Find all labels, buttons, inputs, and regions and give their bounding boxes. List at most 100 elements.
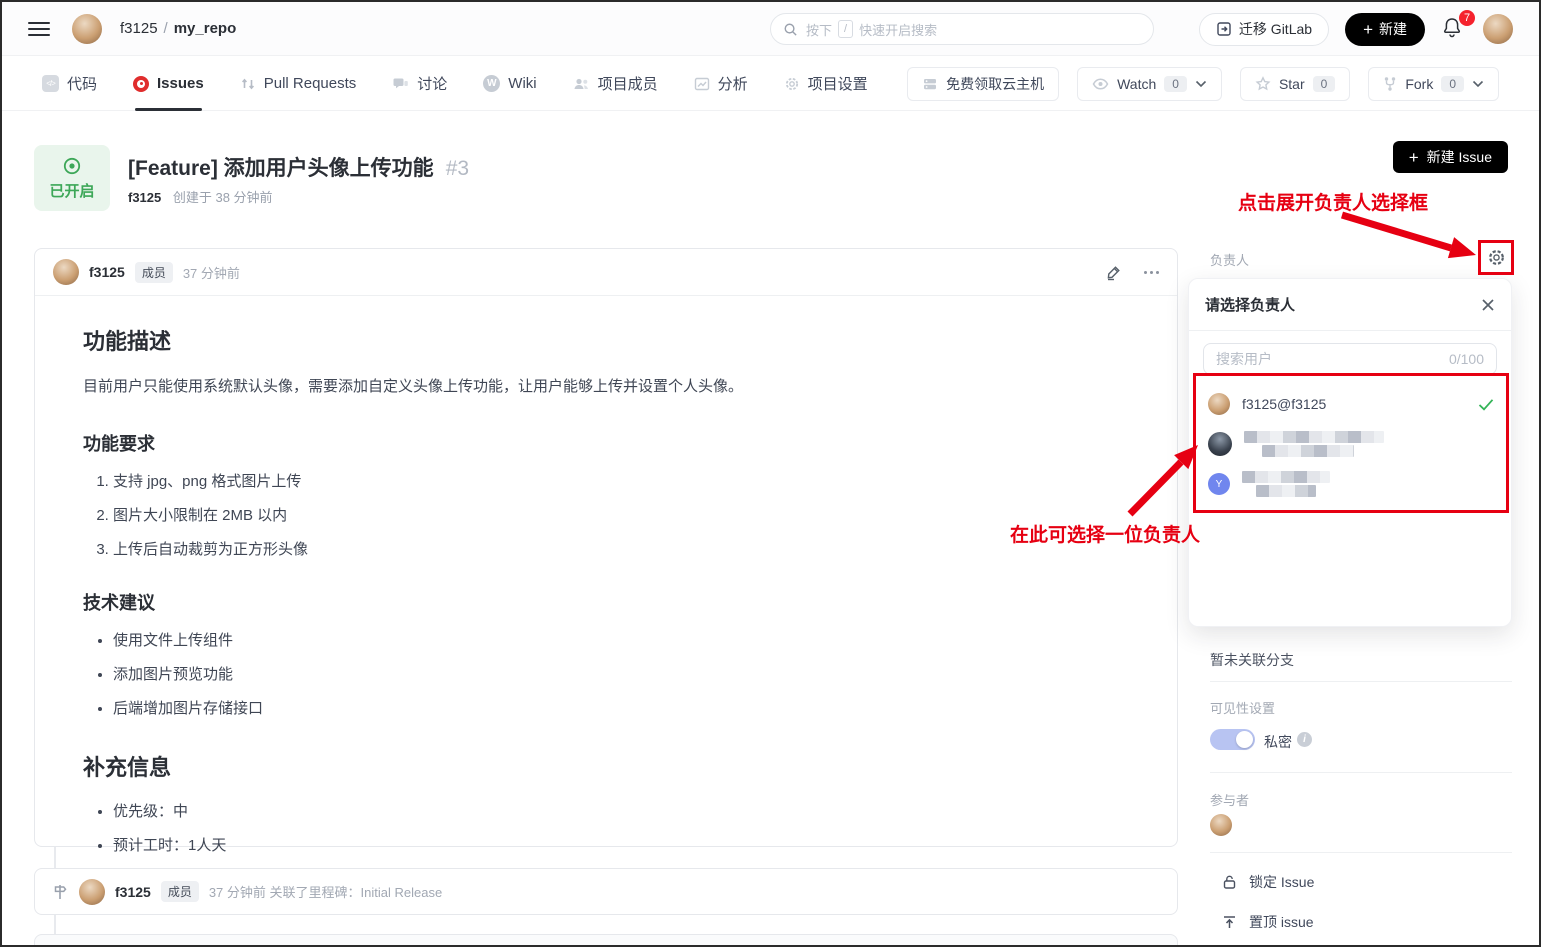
edit-pencil-icon[interactable] [1105, 264, 1122, 281]
new-button-label: 新建 [1379, 19, 1407, 39]
issue-status-label: 已开启 [49, 180, 94, 201]
avatar [1208, 432, 1232, 456]
new-button[interactable]: + 新建 [1345, 13, 1425, 46]
participant-avatar[interactable] [1210, 814, 1232, 836]
assignee-label: 负责人 [1210, 250, 1249, 269]
section-heading-extra: 补充信息 [83, 750, 1129, 782]
visibility-label: 可见性设置 [1210, 698, 1275, 717]
tab-discussion[interactable]: 讨论 [392, 57, 447, 111]
list-item: 图片大小限制在 2MB 以内 [113, 504, 1129, 525]
milestone-event-text: 37 分钟前 关联了里程碑：Initial Release [209, 882, 442, 901]
pin-issue-action[interactable]: 置顶 issue [1222, 912, 1314, 932]
issue-number: #3 [446, 157, 469, 180]
tab-analytics-label: 分析 [718, 73, 748, 94]
settings-gear-icon [784, 76, 800, 92]
participants-label: 参与者 [1210, 790, 1249, 809]
breadcrumb-separator: / [164, 20, 168, 37]
issue-description-card: f3125 成员 37 分钟前 功能描述 目前用户只能使用系统默认头像，需要添加… [34, 248, 1178, 847]
plus-icon: + [1363, 21, 1373, 38]
list-item: 添加图片预览功能 [113, 663, 1129, 684]
annotation-open-picker: 点击展开负责人选择框 [1238, 188, 1428, 215]
breadcrumb-repo[interactable]: my_repo [174, 20, 237, 37]
section-heading-requirements: 功能要求 [83, 430, 1129, 456]
close-icon[interactable] [1481, 298, 1495, 312]
more-actions-icon[interactable] [1144, 271, 1159, 274]
assignee-option-redacted[interactable]: Y [1208, 464, 1494, 504]
fork-button[interactable]: Fork 0 [1368, 67, 1499, 101]
migrate-gitlab-label: 迁移 GitLab [1239, 19, 1312, 39]
breadcrumb-owner[interactable]: f3125 [120, 20, 158, 37]
milestone-event-card: f3125 成员 37 分钟前 关联了里程碑：Initial Release [34, 868, 1178, 915]
issue-author[interactable]: f3125 [128, 190, 161, 205]
fork-label: Fork [1405, 76, 1433, 92]
breadcrumb: f3125 / my_repo [120, 20, 236, 37]
star-button[interactable]: Star 0 [1240, 67, 1350, 101]
global-search-input[interactable]: 按下 / 快速开启搜索 [770, 13, 1154, 45]
tab-wiki-label: Wiki [508, 75, 536, 92]
chevron-down-icon [1472, 80, 1484, 88]
free-cloud-host-button[interactable]: 免费领取云主机 [907, 67, 1059, 101]
tab-code[interactable]: </> 代码 [42, 57, 97, 111]
wiki-icon: W [483, 75, 500, 92]
event-author-avatar[interactable] [79, 879, 105, 905]
new-issue-button[interactable]: + 新建 Issue [1393, 141, 1508, 173]
tab-analytics[interactable]: 分析 [694, 57, 748, 111]
watch-button[interactable]: Watch 0 [1077, 67, 1222, 101]
pin-top-icon [1222, 914, 1237, 930]
selected-check-icon [1478, 398, 1494, 411]
lock-issue-action[interactable]: 锁定 Issue [1222, 872, 1314, 892]
analytics-icon [694, 76, 710, 92]
extra-info-list: 优先级：中 预计工时：1人天 [83, 800, 1129, 855]
comment-author-avatar[interactable] [53, 259, 79, 285]
issue-status-badge: 已开启 [34, 145, 110, 211]
user-avatar[interactable] [1483, 14, 1513, 44]
assignee-option-f3125[interactable]: f3125@f3125 [1208, 384, 1494, 424]
repo-owner-avatar[interactable] [72, 14, 102, 44]
tab-members[interactable]: 项目成员 [573, 57, 658, 111]
private-label: 私密 [1264, 732, 1292, 752]
annotation-choose-assignee: 在此可选择一位负责人 [1010, 520, 1200, 547]
pin-issue-label: 置顶 issue [1249, 912, 1314, 932]
issue-description-body: 功能描述 目前用户只能使用系统默认头像，需要添加自定义头像上传功能，让用户能够上… [35, 296, 1177, 896]
info-icon[interactable]: i [1297, 732, 1312, 747]
repo-nav: </> 代码 Issues Pull Requests 讨论 W Wiki 项目… [2, 57, 1539, 111]
milestone-icon [51, 883, 69, 901]
event-author-name[interactable]: f3125 [115, 884, 151, 900]
avatar-letter: Y [1216, 479, 1223, 490]
assignee-options-highlight: f3125@f3125 Y [1193, 373, 1509, 513]
tab-discussion-label: 讨论 [417, 73, 447, 94]
list-item: 后端增加图片存储接口 [113, 697, 1129, 718]
issue-title: [Feature] 添加用户头像上传功能 #3 [128, 152, 469, 182]
watch-eye-icon [1092, 77, 1109, 91]
redacted-username [1242, 471, 1330, 497]
issue-title-text: [Feature] 添加用户头像上传功能 [128, 157, 434, 180]
lock-icon [1222, 874, 1237, 890]
import-box-icon [1216, 21, 1232, 37]
members-icon [573, 76, 590, 92]
star-label: Star [1279, 76, 1305, 92]
timeline-connector [54, 847, 56, 868]
search-placeholder-suffix: 快速开启搜索 [859, 20, 937, 39]
assignee-option-redacted[interactable] [1208, 424, 1494, 464]
assignee-search-placeholder: 搜索用户 [1216, 349, 1272, 369]
tab-wiki[interactable]: W Wiki [483, 57, 536, 111]
divider [1210, 772, 1512, 773]
notifications-bell[interactable]: 7 [1441, 16, 1467, 42]
section-heading-tech: 技术建议 [83, 589, 1129, 615]
redacted-username [1244, 431, 1384, 457]
tab-settings[interactable]: 项目设置 [784, 57, 868, 111]
star-count: 0 [1313, 76, 1336, 92]
list-item: 优先级：中 [113, 800, 1129, 821]
migrate-gitlab-button[interactable]: 迁移 GitLab [1199, 13, 1329, 46]
tab-issues[interactable]: Issues [133, 57, 204, 111]
comment-author-name[interactable]: f3125 [89, 264, 125, 280]
search-icon [783, 22, 798, 37]
member-role-badge: 成员 [161, 881, 199, 902]
tab-pull-requests[interactable]: Pull Requests [240, 57, 357, 111]
private-toggle[interactable] [1210, 729, 1255, 750]
hamburger-menu-icon[interactable] [28, 22, 50, 36]
assignee-gear-icon[interactable] [1487, 248, 1506, 267]
fork-icon [1383, 76, 1397, 92]
timeline-connector [54, 915, 56, 934]
assignee-search-input[interactable]: 搜索用户 0/100 [1203, 343, 1497, 375]
